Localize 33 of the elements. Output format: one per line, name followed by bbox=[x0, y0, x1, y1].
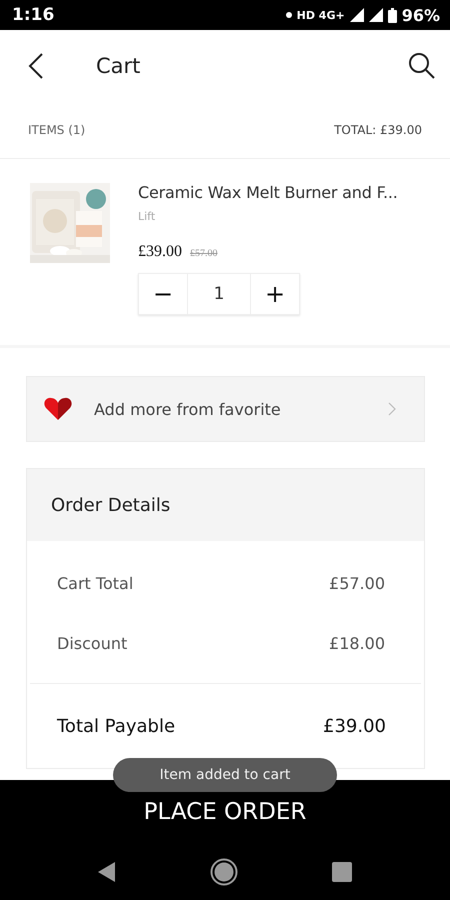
battery-icon bbox=[388, 8, 397, 22]
summary-label: Cart Total bbox=[57, 574, 134, 592]
product-name[interactable]: Ceramic Wax Melt Burner and F... bbox=[138, 183, 430, 202]
total-label: Total Payable bbox=[57, 716, 176, 736]
network-indicator: HD 4G+ bbox=[296, 8, 345, 22]
home-nav-icon[interactable] bbox=[210, 858, 238, 886]
battery-level: 96% bbox=[402, 6, 440, 24]
decrease-button[interactable]: − bbox=[139, 274, 187, 314]
page-title: Cart bbox=[96, 54, 142, 78]
heart-icon bbox=[44, 397, 72, 421]
search-icon[interactable] bbox=[408, 52, 436, 80]
notification-dot-icon bbox=[286, 12, 292, 18]
total-value: £39.00 bbox=[323, 716, 386, 736]
summary-value: £57.00 bbox=[329, 574, 385, 592]
recents-nav-icon[interactable] bbox=[332, 862, 352, 882]
price: £39.00 bbox=[138, 243, 182, 261]
items-count: ITEMS (1) bbox=[28, 123, 86, 137]
back-icon[interactable] bbox=[28, 53, 44, 79]
chevron-right-icon bbox=[388, 402, 396, 416]
back-nav-icon[interactable] bbox=[98, 862, 116, 882]
summary-value: £18.00 bbox=[329, 634, 385, 652]
brand-name: Lift bbox=[138, 210, 156, 223]
increase-button[interactable]: + bbox=[251, 274, 299, 314]
toast-message: Item added to cart bbox=[113, 758, 337, 792]
original-price: £57.00 bbox=[190, 248, 218, 259]
section-title: Order Details bbox=[27, 469, 424, 541]
signal-icon bbox=[350, 8, 364, 22]
status-time: 1:16 bbox=[12, 5, 54, 25]
favorite-link[interactable]: Add more from favorite bbox=[26, 376, 425, 442]
cart-total: TOTAL: £39.00 bbox=[334, 123, 422, 137]
place-order-button[interactable]: PLACE ORDER bbox=[0, 780, 450, 843]
summary-label: Discount bbox=[57, 634, 128, 652]
signal-icon bbox=[368, 8, 383, 22]
